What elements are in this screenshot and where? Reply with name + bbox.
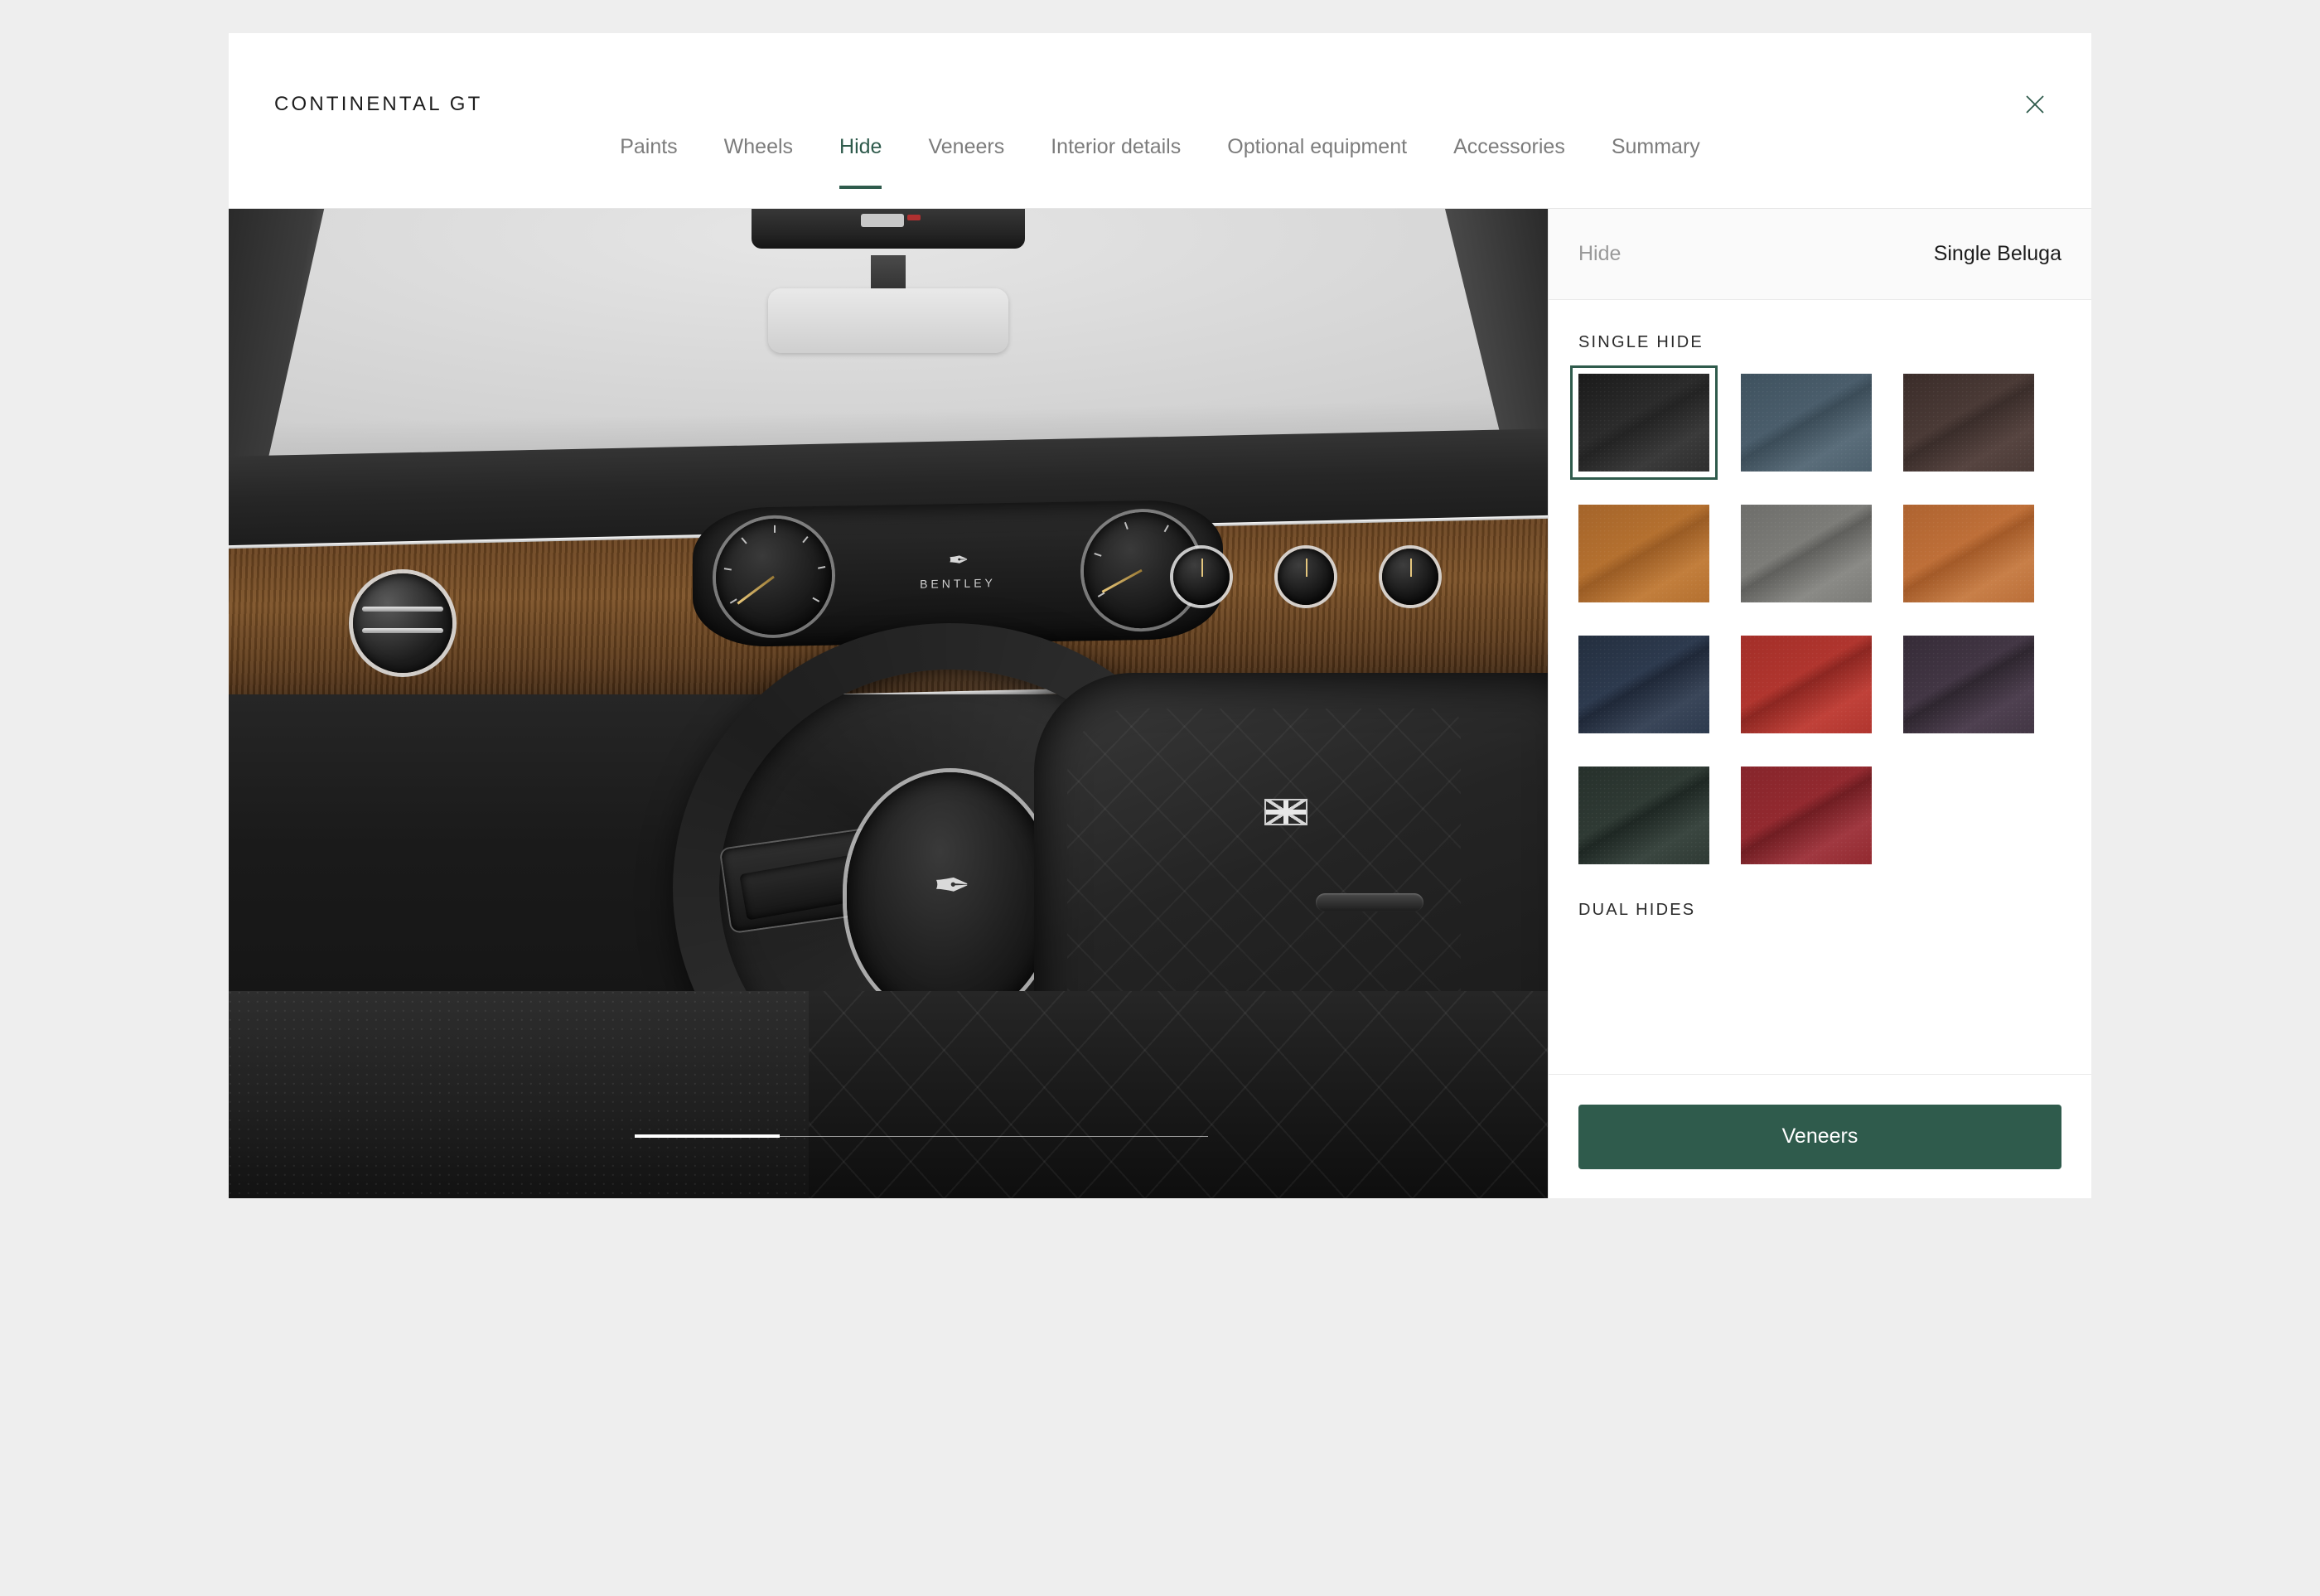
panel-footer: Veneers — [1549, 1074, 2091, 1198]
swatch-chip — [1903, 374, 2034, 472]
swatch-cognac[interactable] — [1578, 505, 1709, 602]
view-progress-slider[interactable] — [635, 1134, 1208, 1139]
air-vent-left — [353, 573, 452, 673]
swatch-chip — [1903, 505, 2034, 602]
options-panel: Hide Single Beluga SINGLE HIDE DUAL HIDE… — [1548, 209, 2091, 1198]
bentley-wordmark: BENTLEY — [920, 576, 996, 591]
dial-temperature — [1173, 549, 1230, 605]
swatch-cricket-ball[interactable] — [1741, 767, 1872, 864]
close-icon[interactable] — [2015, 85, 2055, 124]
tab-veneers[interactable]: Veneers — [905, 122, 1027, 157]
panel-content: SINGLE HIDE DUAL HIDES — [1549, 300, 2091, 1074]
swatch-saddle[interactable] — [1903, 505, 2034, 602]
tab-summary[interactable]: Summary — [1588, 122, 1723, 157]
swatch-chip — [1741, 636, 1872, 733]
swatch-chip — [1903, 636, 2034, 733]
configurator-tabs: Paints Wheels Hide Veneers Interior deta… — [229, 122, 2091, 208]
tab-accessories[interactable]: Accessories — [1430, 122, 1588, 157]
door-handle — [1316, 893, 1423, 912]
dial-compass — [1382, 549, 1438, 605]
panel-header-label: Hide — [1578, 242, 1622, 265]
swatch-cypress[interactable] — [1578, 767, 1709, 864]
vehicle-interior-viewer[interactable]: ✒ BENTLEY ✒ — [229, 209, 1548, 1198]
window-header: CONTINENTAL GT Paints Wheels Hide Veneer… — [229, 33, 2091, 209]
swatch-hotspur[interactable] — [1741, 636, 1872, 733]
swatch-cumbrian-grey[interactable] — [1741, 505, 1872, 602]
bentley-badge-cluster: ✒ BENTLEY — [896, 546, 1020, 592]
swatch-imperial-navy[interactable] — [1578, 636, 1709, 733]
panel-header: Hide Single Beluga — [1549, 209, 2091, 300]
slider-fill — [635, 1134, 780, 1138]
interior-render: ✒ BENTLEY ✒ — [229, 209, 1548, 1198]
swatch-chip — [1741, 767, 1872, 864]
single-hide-swatch-grid — [1570, 365, 2061, 864]
swatch-imperial-blue[interactable] — [1741, 374, 1872, 472]
swatch-chip — [1578, 374, 1709, 472]
tab-paints[interactable]: Paints — [597, 122, 700, 157]
tab-hide[interactable]: Hide — [816, 122, 905, 189]
bentley-wings-icon-hub: ✒ — [933, 860, 970, 911]
panel-header-value: Single Beluga — [1933, 242, 2061, 265]
swatch-beluga[interactable] — [1570, 365, 1718, 480]
veneers-button[interactable]: Veneers — [1578, 1104, 2061, 1169]
tab-wheels[interactable]: Wheels — [701, 122, 816, 157]
tab-optional-equipment[interactable]: Optional equipment — [1204, 122, 1430, 157]
union-jack-badge-icon — [1264, 799, 1307, 825]
swatch-chip — [1741, 374, 1872, 472]
swatch-burnt-oak[interactable] — [1903, 374, 2034, 472]
swatch-chip — [1578, 636, 1709, 733]
swatch-chip — [1741, 505, 1872, 602]
dial-clock — [1278, 549, 1334, 605]
swatch-chip — [1578, 767, 1709, 864]
bentley-wings-icon: ✒ — [948, 546, 968, 575]
swatch-chip — [1578, 505, 1709, 602]
swatch-damson[interactable] — [1903, 636, 2034, 733]
page-title: CONTINENTAL GT — [274, 93, 483, 115]
tab-interior-details[interactable]: Interior details — [1027, 122, 1204, 157]
configurator-window: CONTINENTAL GT Paints Wheels Hide Veneer… — [229, 33, 2091, 1198]
rear-view-mirror — [768, 288, 1008, 353]
overhead-console — [752, 209, 1025, 249]
configurator-body: ✒ BENTLEY ✒ Hide Single Beluga SINGLE HI… — [229, 209, 2091, 1198]
section-title-single-hide: SINGLE HIDE — [1578, 333, 1704, 351]
seat-cushions — [229, 991, 1548, 1198]
centre-dash-dials — [1173, 549, 1438, 605]
speedometer — [716, 517, 832, 636]
section-title-dual-hides: DUAL HIDES — [1578, 901, 1696, 919]
steering-wheel-hub: ✒ — [847, 772, 1054, 1021]
